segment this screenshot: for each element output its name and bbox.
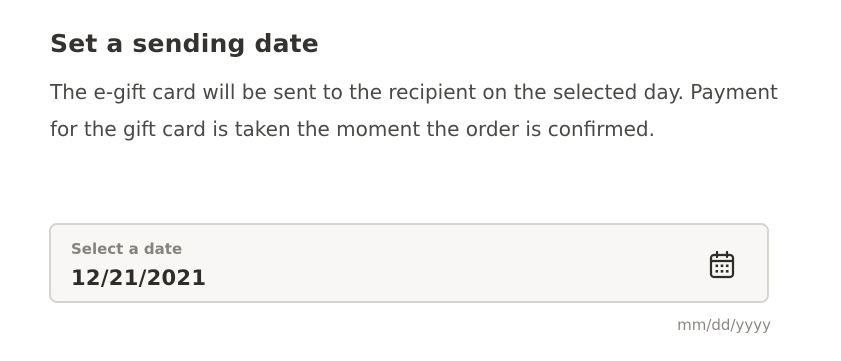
- calendar-button[interactable]: [707, 250, 737, 280]
- date-input-value[interactable]: 12/21/2021: [71, 264, 206, 292]
- section-description: The e-gift card will be sent to the reci…: [50, 80, 778, 141]
- date-input-label: Select a date: [71, 240, 183, 258]
- section-title: Set a sending date: [50, 29, 319, 58]
- date-input-field[interactable]: Select a date 12/21/2021: [49, 223, 769, 303]
- sending-date-section: Set a sending date The e-gift card will …: [50, 24, 778, 148]
- calendar-icon: [709, 251, 735, 279]
- date-format-hint: mm/dd/yyyy: [677, 316, 771, 334]
